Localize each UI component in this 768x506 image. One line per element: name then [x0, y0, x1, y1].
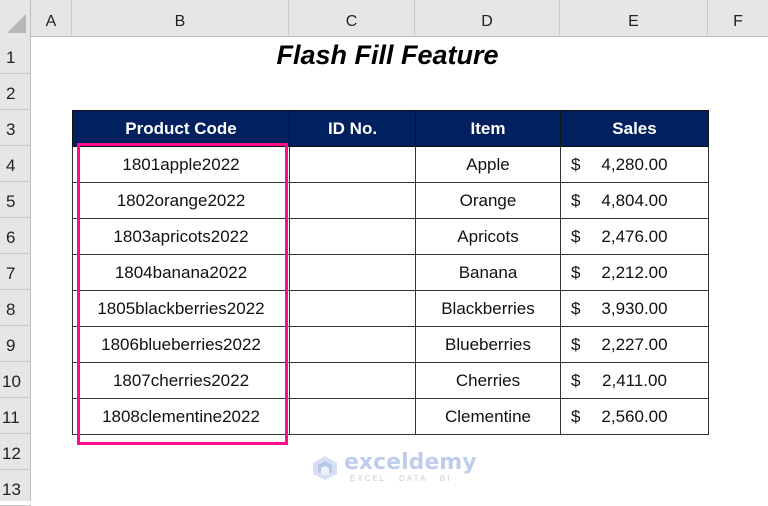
- cell-sales[interactable]: $4,804.00: [560, 182, 709, 219]
- sales-value: 2,227.00: [601, 334, 668, 354]
- product-table: Product Code ID No. Item Sales 1801apple…: [72, 110, 709, 435]
- cell-id-no[interactable]: [289, 218, 416, 255]
- currency-symbol: $: [571, 334, 581, 354]
- header-sales[interactable]: Sales: [560, 110, 709, 147]
- cell-product-code[interactable]: 1805blackberries2022: [72, 290, 290, 327]
- cell-id-no[interactable]: [289, 362, 416, 399]
- table-row: 1803apricots2022 Apricots $2,476.00: [72, 218, 709, 255]
- column-header-e[interactable]: E: [560, 0, 708, 37]
- row-header-11[interactable]: 11: [0, 398, 31, 434]
- cell-product-code[interactable]: 1804banana2022: [72, 254, 290, 291]
- header-id-no[interactable]: ID No.: [289, 110, 416, 147]
- sales-value: 2,212.00: [601, 262, 668, 282]
- row-header-3[interactable]: 3: [0, 110, 31, 146]
- sheet-title[interactable]: Flash Fill Feature: [72, 37, 703, 74]
- cell-item[interactable]: Blackberries: [415, 290, 561, 327]
- select-all-triangle-icon: [7, 14, 26, 33]
- row-header-2[interactable]: 2: [0, 74, 31, 110]
- select-all-button[interactable]: [0, 0, 31, 37]
- column-header-c[interactable]: C: [289, 0, 415, 37]
- row-header-9[interactable]: 9: [0, 326, 31, 362]
- exceldemy-logo-icon: [313, 455, 337, 480]
- column-header-d[interactable]: D: [415, 0, 560, 37]
- watermark-name: exceldemy: [344, 450, 477, 475]
- currency-symbol: $: [571, 406, 581, 426]
- cell-sales[interactable]: $3,930.00: [560, 290, 709, 327]
- cell-sales[interactable]: $2,411.00: [560, 362, 709, 399]
- cell-product-code[interactable]: 1806blueberries2022: [72, 326, 290, 363]
- sales-value: 2,560.00: [601, 406, 668, 426]
- cell-sales[interactable]: $2,560.00: [560, 398, 709, 435]
- sales-value: 3,930.00: [601, 298, 668, 318]
- watermark-tagline: EXCEL · DATA · BI: [350, 474, 452, 483]
- cell-id-no[interactable]: [289, 146, 416, 183]
- row-header-4[interactable]: 4: [0, 146, 31, 182]
- row-header-1[interactable]: 1: [0, 37, 31, 74]
- currency-symbol: $: [571, 370, 581, 390]
- cell-id-no[interactable]: [289, 326, 416, 363]
- column-header-f[interactable]: F: [708, 0, 768, 37]
- cell-sales[interactable]: $2,212.00: [560, 254, 709, 291]
- table-row: 1805blackberries2022 Blackberries $3,930.0…: [72, 290, 709, 327]
- cell-sales[interactable]: $4,280.00: [560, 146, 709, 183]
- table-row: 1804banana2022 Banana $2,212.00: [72, 254, 709, 291]
- currency-symbol: $: [571, 262, 581, 282]
- cell-sales[interactable]: $2,227.00: [560, 326, 709, 363]
- currency-symbol: $: [571, 298, 581, 318]
- currency-symbol: $: [571, 190, 581, 210]
- row-header-5[interactable]: 5: [0, 182, 31, 218]
- cell-product-code[interactable]: 1808clementine2022: [72, 398, 290, 435]
- sales-value: 2,476.00: [601, 226, 668, 246]
- cell-item[interactable]: Apple: [415, 146, 561, 183]
- cell-id-no[interactable]: [289, 398, 416, 435]
- cell-item[interactable]: Orange: [415, 182, 561, 219]
- column-header-a[interactable]: A: [31, 0, 72, 37]
- currency-symbol: $: [571, 226, 581, 246]
- cell-sales[interactable]: $2,476.00: [560, 218, 709, 255]
- header-item[interactable]: Item: [415, 110, 561, 147]
- table-row: 1807cherries2022 Cherries $2,411.00: [72, 362, 709, 399]
- cell-item[interactable]: Apricots: [415, 218, 561, 255]
- row-header-8[interactable]: 8: [0, 290, 31, 326]
- cell-item[interactable]: Cherries: [415, 362, 561, 399]
- row-header-12[interactable]: 12: [0, 434, 31, 470]
- cell-product-code[interactable]: 1802orange2022: [72, 182, 290, 219]
- row-header-10[interactable]: 10: [0, 362, 31, 398]
- table-header-row: Product Code ID No. Item Sales: [72, 110, 709, 147]
- cell-item[interactable]: Clementine: [415, 398, 561, 435]
- sales-value: 4,280.00: [601, 154, 668, 174]
- row-header-7[interactable]: 7: [0, 254, 31, 290]
- cell-product-code[interactable]: 1803apricots2022: [72, 218, 290, 255]
- column-header-bar: A B C D E F: [0, 0, 768, 37]
- currency-symbol: $: [571, 154, 581, 174]
- cell-id-no[interactable]: [289, 290, 416, 327]
- cell-product-code[interactable]: 1801apple2022: [72, 146, 290, 183]
- table-row: 1808clementine2022 Clementine $2,560.00: [72, 398, 709, 435]
- cell-id-no[interactable]: [289, 254, 416, 291]
- cell-item[interactable]: Blueberries: [415, 326, 561, 363]
- table-row: 1801apple2022 Apple $4,280.00: [72, 146, 709, 183]
- row-header-bar: 1 2 3 4 5 6 7 8 9 10 11 12 13: [0, 37, 31, 506]
- sales-value: 4,804.00: [601, 190, 668, 210]
- cell-item[interactable]: Banana: [415, 254, 561, 291]
- exceldemy-watermark: exceldemy EXCEL · DATA · BI: [312, 452, 477, 483]
- table-row: 1806blueberries2022 Blueberries $2,227.00: [72, 326, 709, 363]
- sales-value: 2,411.00: [602, 370, 667, 390]
- column-header-b[interactable]: B: [72, 0, 289, 37]
- header-product-code[interactable]: Product Code: [72, 110, 290, 147]
- cell-product-code[interactable]: 1807cherries2022: [72, 362, 290, 399]
- cell-id-no[interactable]: [289, 182, 416, 219]
- row-header-6[interactable]: 6: [0, 218, 31, 254]
- table-row: 1802orange2022 Orange $4,804.00: [72, 182, 709, 219]
